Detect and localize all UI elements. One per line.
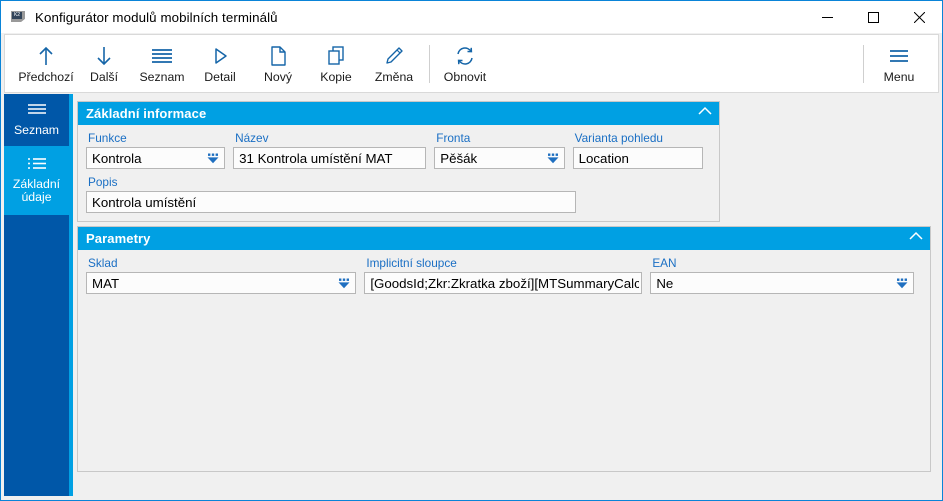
field-funkce: Funkce Kontrola bbox=[86, 131, 226, 169]
close-icon bbox=[913, 11, 925, 23]
list-lines-icon bbox=[150, 44, 174, 68]
arrow-up-icon bbox=[35, 44, 57, 68]
toolbar-label: Kopie bbox=[320, 69, 352, 84]
content-area: Základní informace Funkce Kontrola Název… bbox=[73, 94, 939, 498]
group-header-zakladni-informace[interactable]: Základní informace bbox=[78, 102, 719, 125]
toolbar-label: Detail bbox=[204, 69, 236, 84]
group-title: Parametry bbox=[86, 231, 151, 246]
field-label: Varianta pohledu bbox=[574, 131, 663, 145]
field-sklad: Sklad MAT bbox=[86, 256, 357, 294]
toolbar-button-obnovit[interactable]: Obnovit bbox=[436, 35, 494, 92]
chevron-up-icon[interactable] bbox=[908, 229, 924, 248]
close-button[interactable] bbox=[896, 1, 942, 33]
field-label: Funkce bbox=[88, 131, 127, 145]
new-document-icon bbox=[267, 44, 289, 68]
popis-value: Kontrola umístění bbox=[92, 194, 197, 210]
k2-app-icon: K2 bbox=[10, 9, 26, 25]
maximize-button[interactable] bbox=[850, 1, 896, 33]
fronta-combobox[interactable]: Pěšák bbox=[434, 147, 565, 169]
toolbar-button-dalsi[interactable]: Další bbox=[75, 35, 133, 92]
bullet-list-icon bbox=[26, 156, 48, 172]
sklad-combobox[interactable]: MAT bbox=[86, 272, 357, 294]
status-bar bbox=[4, 496, 939, 500]
chevron-down-icon[interactable] bbox=[204, 151, 222, 165]
form-row-1: Funkce Kontrola Název 31 Kontrola umístě… bbox=[86, 131, 711, 169]
toolbar-label: Další bbox=[89, 69, 119, 84]
field-implicitni-sloupce: Implicitní sloupce [GoodsId;Zkr:Zkratka … bbox=[364, 256, 643, 294]
window-title: Konfigurátor modulů mobilních terminálů bbox=[35, 9, 278, 25]
arrow-down-icon bbox=[93, 44, 115, 68]
toolbar-separator-menu bbox=[863, 44, 864, 83]
chevron-down-icon[interactable] bbox=[335, 276, 353, 290]
field-label: Název bbox=[235, 131, 269, 145]
minimize-icon bbox=[821, 16, 833, 18]
field-label: Popis bbox=[88, 175, 118, 189]
chevron-down-icon[interactable] bbox=[893, 276, 911, 290]
nazev-input[interactable]: 31 Kontrola umístění MAT bbox=[233, 147, 427, 169]
toolbar-label: Menu bbox=[883, 69, 915, 84]
varianta-value: Location bbox=[578, 150, 629, 166]
ean-combobox[interactable]: Ne bbox=[650, 272, 914, 294]
refresh-icon bbox=[454, 44, 476, 68]
toolbar-button-kopie[interactable]: Kopie bbox=[307, 35, 365, 92]
group-parametry: Parametry Sklad MAT Implicitní sloupce [… bbox=[77, 226, 931, 472]
field-nazev: Název 31 Kontrola umístění MAT bbox=[233, 131, 427, 169]
field-varianta-pohledu: Varianta pohledu Location bbox=[572, 131, 703, 169]
sidebar-item-zakladni-udaje[interactable]: Základní údaje bbox=[4, 148, 69, 213]
toolbar-button-zmena[interactable]: Změna bbox=[365, 35, 423, 92]
window-controls bbox=[804, 1, 942, 33]
sklad-value: MAT bbox=[92, 275, 120, 291]
group-header-parametry[interactable]: Parametry bbox=[78, 227, 930, 250]
field-fronta: Fronta Pěšák bbox=[434, 131, 565, 169]
field-ean: EAN Ne bbox=[650, 256, 914, 294]
toolbar-button-novy[interactable]: Nový bbox=[249, 35, 307, 92]
fronta-value: Pěšák bbox=[440, 150, 478, 166]
toolbar-button-detail[interactable]: Detail bbox=[191, 35, 249, 92]
field-label: Fronta bbox=[436, 131, 471, 145]
toolbar-separator bbox=[429, 44, 430, 83]
nazev-value: 31 Kontrola umístění MAT bbox=[239, 150, 393, 166]
sidebar: Seznam Základní údaje bbox=[4, 94, 73, 498]
application-window: K2 Konfigurátor modulů mobilních terminá… bbox=[0, 0, 943, 501]
toolbar-label: Seznam bbox=[139, 69, 185, 84]
toolbar-button-predchozi[interactable]: Předchozí bbox=[17, 35, 75, 92]
group-title: Základní informace bbox=[86, 106, 207, 121]
toolbar: Předchozí Další Seznam Detail Nový Kopie… bbox=[4, 34, 939, 93]
minimize-button[interactable] bbox=[804, 1, 850, 33]
form-row-2: Popis Kontrola umístění bbox=[86, 175, 711, 213]
popis-input[interactable]: Kontrola umístění bbox=[86, 191, 576, 213]
chevron-up-icon[interactable] bbox=[697, 104, 713, 123]
field-popis: Popis Kontrola umístění bbox=[86, 175, 576, 213]
funkce-value: Kontrola bbox=[92, 150, 142, 166]
title-bar: K2 Konfigurátor modulů mobilních terminá… bbox=[1, 1, 942, 33]
params-row-1: Sklad MAT Implicitní sloupce [GoodsId;Zk… bbox=[86, 256, 922, 294]
toolbar-label: Obnovit bbox=[443, 69, 487, 84]
field-label: Implicitní sloupce bbox=[366, 256, 457, 270]
toolbar-label: Předchozí bbox=[18, 69, 74, 84]
play-triangle-icon bbox=[209, 44, 231, 68]
sidebar-item-label: Seznam bbox=[13, 123, 60, 137]
sidebar-item-seznam[interactable]: Seznam bbox=[4, 94, 69, 146]
varianta-input[interactable]: Location bbox=[572, 147, 703, 169]
ean-value: Ne bbox=[656, 275, 674, 291]
hamburger-menu-icon bbox=[887, 44, 911, 68]
funkce-combobox[interactable]: Kontrola bbox=[86, 147, 226, 169]
toolbar-button-menu[interactable]: Menu bbox=[870, 35, 928, 92]
pencil-icon bbox=[383, 44, 405, 68]
copy-icon bbox=[325, 44, 347, 68]
app-icon-label: K2 bbox=[12, 12, 22, 19]
sidebar-empty-area bbox=[4, 215, 69, 498]
implicitni-sloupce-value: [GoodsId;Zkr:Zkratka zboží][MTSummaryCal… bbox=[370, 275, 640, 291]
field-label: EAN bbox=[652, 256, 677, 270]
chevron-down-icon[interactable] bbox=[544, 151, 562, 165]
maximize-icon bbox=[867, 11, 879, 23]
toolbar-label: Nový bbox=[263, 69, 293, 84]
toolbar-label: Změna bbox=[374, 69, 414, 84]
toolbar-button-seznam[interactable]: Seznam bbox=[133, 35, 191, 92]
list-lines-icon bbox=[26, 102, 48, 118]
group-zakladni-informace: Základní informace Funkce Kontrola Název… bbox=[77, 101, 720, 222]
sidebar-item-label-line2: údaje bbox=[21, 190, 52, 204]
field-label: Sklad bbox=[88, 256, 118, 270]
implicitni-sloupce-input[interactable]: [GoodsId;Zkr:Zkratka zboží][MTSummaryCal… bbox=[364, 272, 643, 294]
